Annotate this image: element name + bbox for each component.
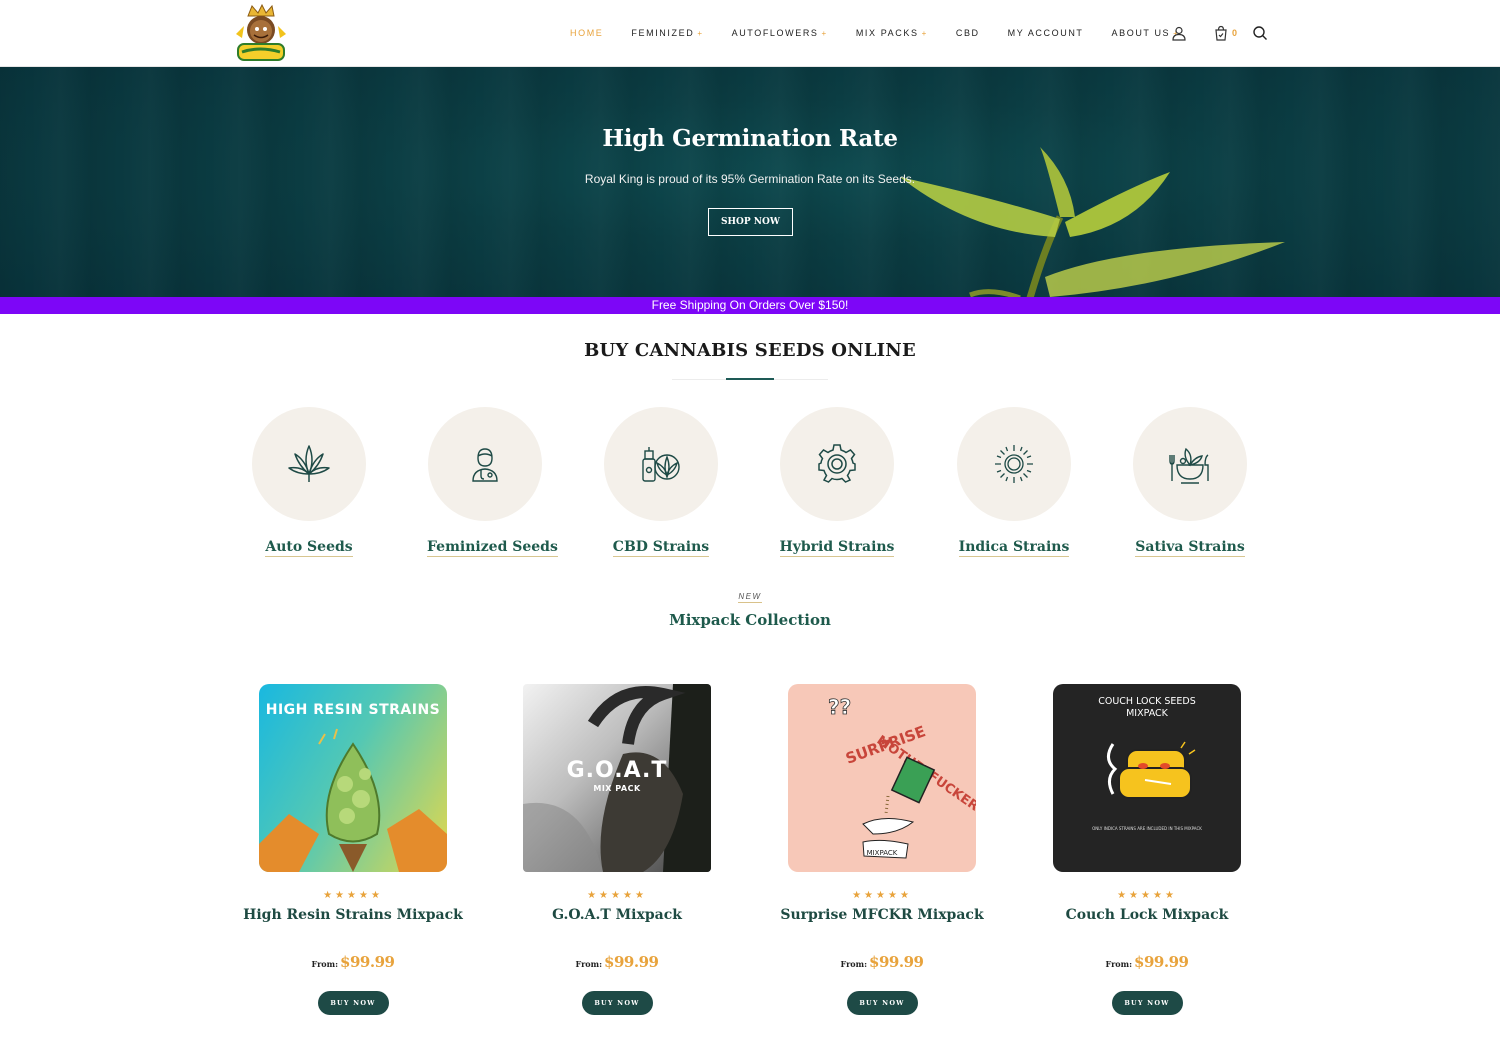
category-feminized-seeds[interactable]: Feminized Seeds bbox=[427, 407, 558, 557]
resin-bud-illustration bbox=[259, 728, 447, 872]
plus-icon: + bbox=[697, 28, 704, 38]
plus-icon: + bbox=[921, 28, 928, 38]
product-price: From: $99.99 bbox=[487, 953, 747, 971]
price-value: $99.99 bbox=[340, 953, 395, 971]
search-icon[interactable] bbox=[1251, 24, 1269, 42]
new-tag-label: NEW bbox=[738, 592, 762, 603]
couch-illustration bbox=[1107, 741, 1196, 799]
shop-now-button[interactable]: SHOP NOW bbox=[708, 208, 793, 236]
category-circle bbox=[428, 407, 542, 521]
rating-stars: ★★★★★ bbox=[852, 890, 912, 901]
product-name[interactable]: High Resin Strains Mixpack bbox=[223, 907, 483, 923]
gear-icon bbox=[818, 444, 856, 483]
price-from-label: From: bbox=[575, 959, 603, 969]
rating-stars: ★★★★★ bbox=[587, 890, 647, 901]
surprise-illustration: ?? SURPRISE MOTHERFUCKER bbox=[828, 695, 976, 859]
nav-my-account-label: MY ACCOUNT bbox=[1007, 28, 1084, 38]
product-price: From: $99.99 bbox=[223, 953, 483, 971]
seedling-image bbox=[900, 147, 1285, 298]
new-tag: NEW bbox=[0, 592, 1500, 603]
nav-autoflowers-label: AUTOFLOWERS bbox=[731, 28, 819, 38]
product-card: COUCH LOCK SEEDS MIXPACK ONLY INDICA STR… bbox=[1017, 684, 1277, 1015]
header-actions: 0 bbox=[1170, 24, 1269, 42]
product-image[interactable]: ?? SURPRISE MOTHERFUCKER MIXPACK bbox=[788, 684, 976, 872]
product-image[interactable]: COUCH LOCK SEEDS MIXPACK ONLY INDICA STR… bbox=[1053, 684, 1241, 872]
section-title: BUY CANNABIS SEEDS ONLINE bbox=[584, 340, 916, 361]
royal-king-logo[interactable] bbox=[232, 3, 288, 64]
category-label: Hybrid Strains bbox=[779, 539, 895, 557]
sun-icon bbox=[995, 445, 1033, 483]
product-price: From: $99.99 bbox=[752, 953, 1012, 971]
product-name[interactable]: Surprise MFCKR Mixpack bbox=[752, 907, 1012, 923]
plus-icon: + bbox=[821, 28, 828, 38]
category-circle bbox=[957, 407, 1071, 521]
buy-now-button[interactable]: BUY NOW bbox=[846, 991, 918, 1015]
nav-mix-packs-label: MIX PACKS bbox=[855, 28, 919, 38]
product-image-subtext: MIX PACK bbox=[593, 784, 641, 793]
nav-about-us-label: ABOUT US bbox=[1111, 28, 1171, 38]
buy-now-button[interactable]: BUY NOW bbox=[1111, 991, 1183, 1015]
price-from-label: From: bbox=[311, 959, 339, 969]
category-circle bbox=[780, 407, 894, 521]
svg-text:??: ?? bbox=[828, 695, 851, 719]
product-name[interactable]: Couch Lock Mixpack bbox=[1017, 907, 1277, 923]
cannabis-leaf-icon bbox=[288, 445, 330, 482]
category-cbd-strains[interactable]: CBD Strains bbox=[603, 407, 719, 557]
product-image[interactable]: G.O.A.T MIX PACK bbox=[523, 684, 711, 872]
category-indica-strains[interactable]: Indica Strains bbox=[956, 407, 1072, 557]
mixpack-title: Mixpack Collection bbox=[669, 611, 831, 629]
price-value: $99.99 bbox=[869, 953, 924, 971]
nav-autoflowers[interactable]: AUTOFLOWERS + bbox=[732, 28, 828, 38]
nav-cbd-label: CBD bbox=[955, 28, 980, 38]
nav-home[interactable]: HOME bbox=[570, 28, 603, 38]
nav-feminized-label: FEMINIZED bbox=[631, 28, 695, 38]
hero-title: High Germination Rate bbox=[602, 125, 898, 152]
rating-stars: ★★★★★ bbox=[1117, 890, 1177, 901]
price-from-label: From: bbox=[1105, 959, 1133, 969]
product-image[interactable]: HIGH RESIN STRAINS bbox=[259, 684, 447, 872]
user-icon[interactable] bbox=[1170, 24, 1188, 42]
cart-icon[interactable] bbox=[1212, 24, 1230, 42]
nav-cbd[interactable]: CBD bbox=[956, 28, 980, 38]
section-divider-accent bbox=[726, 378, 774, 380]
hero-banner: High Germination Rate Royal King is prou… bbox=[0, 67, 1500, 298]
rating-stars: ★★★★★ bbox=[323, 890, 383, 901]
site-header: HOME FEMINIZED + AUTOFLOWERS + MIX PACKS… bbox=[0, 0, 1500, 67]
product-image-subtext: MIXPACK bbox=[866, 849, 898, 857]
category-label: Auto Seeds bbox=[265, 539, 353, 557]
product-image-text: G.O.A.T bbox=[566, 758, 668, 783]
category-label: CBD Strains bbox=[612, 539, 710, 557]
category-circle bbox=[604, 407, 718, 521]
cbd-oil-icon bbox=[642, 447, 680, 482]
category-label: Indica Strains bbox=[958, 539, 1070, 557]
category-hybrid-strains[interactable]: Hybrid Strains bbox=[779, 407, 895, 557]
cart-count-badge: 0 bbox=[1232, 28, 1238, 38]
hero-subtitle: Royal King is proud of its 95% Germinati… bbox=[584, 172, 916, 186]
nav-feminized[interactable]: FEMINIZED + bbox=[631, 28, 703, 38]
nav-mix-packs[interactable]: MIX PACKS + bbox=[856, 28, 928, 38]
product-image-subtext: ONLY INDICA STRAINS ARE INCLUDED IN THIS… bbox=[1092, 826, 1202, 831]
buy-now-button[interactable]: BUY NOW bbox=[581, 991, 653, 1015]
buy-now-button[interactable]: BUY NOW bbox=[317, 991, 389, 1015]
category-label: Sativa Strains bbox=[1135, 539, 1245, 557]
salad-bowl-icon bbox=[1169, 447, 1209, 484]
female-doctor-icon bbox=[472, 448, 498, 482]
product-card: G.O.A.T MIX PACK ★★★★★ G.O.A.T Mixpack F… bbox=[487, 684, 747, 1015]
product-price: From: $99.99 bbox=[1017, 953, 1277, 971]
category-label: Feminized Seeds bbox=[427, 539, 558, 557]
category-circle bbox=[252, 407, 366, 521]
price-from-label: From: bbox=[840, 959, 868, 969]
nav-my-account[interactable]: MY ACCOUNT bbox=[1008, 28, 1084, 38]
product-name[interactable]: G.O.A.T Mixpack bbox=[487, 907, 747, 923]
price-value: $99.99 bbox=[1134, 953, 1189, 971]
free-shipping-bar: Free Shipping On Orders Over $150! bbox=[0, 297, 1500, 314]
category-circle bbox=[1133, 407, 1247, 521]
product-card: ?? SURPRISE MOTHERFUCKER MIXPACK ★★★★★ S… bbox=[752, 684, 1012, 1015]
price-value: $99.99 bbox=[604, 953, 659, 971]
category-auto-seeds[interactable]: Auto Seeds bbox=[251, 407, 367, 557]
main-nav: HOME FEMINIZED + AUTOFLOWERS + MIX PACKS… bbox=[570, 26, 1207, 40]
nav-home-label: HOME bbox=[570, 28, 604, 38]
category-sativa-strains[interactable]: Sativa Strains bbox=[1132, 407, 1248, 557]
product-card: HIGH RESIN STRAINS ★★★★★ High Resin Stra… bbox=[223, 684, 483, 1015]
